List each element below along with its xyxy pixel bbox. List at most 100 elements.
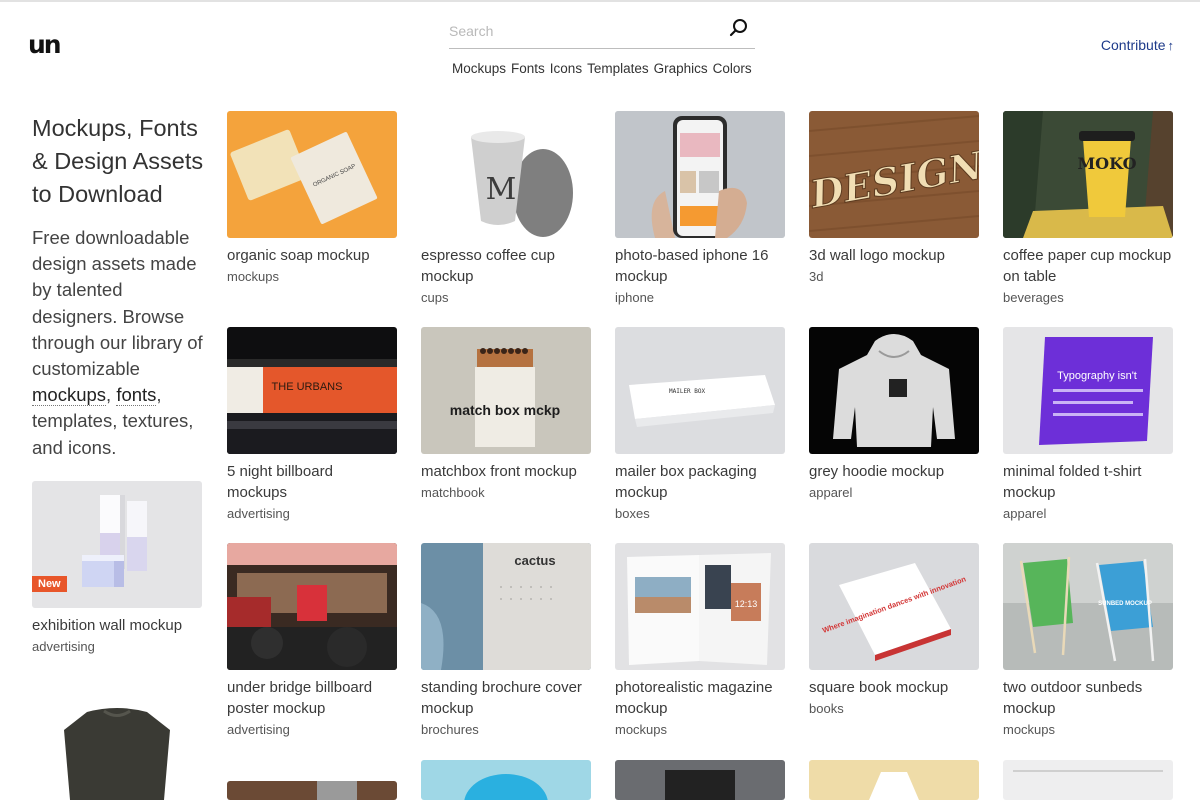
brochure-title-text: cactus xyxy=(514,553,555,568)
card[interactable]: cactus standing brochure cover mockup br… xyxy=(421,543,591,737)
card[interactable]: photo-based iphone 16 mockup iphone xyxy=(615,111,785,305)
card-title[interactable]: grey hoodie mockup xyxy=(809,461,979,482)
card-title[interactable]: mailer box packaging mockup xyxy=(615,461,785,503)
contribute-link[interactable]: Contribute ↑ xyxy=(1101,37,1174,53)
square-book-image: Where imagination dances with innovation xyxy=(809,543,979,670)
card-thumbnail[interactable] xyxy=(809,327,979,454)
card-thumbnail[interactable]: SUNBED MOCKUP xyxy=(1003,543,1173,670)
card-title[interactable]: espresso coffee cup mockup xyxy=(421,245,591,287)
hoodie-image xyxy=(809,327,979,454)
card-category[interactable]: advertising xyxy=(227,722,397,737)
card-thumbnail[interactable]: MAILER BOX xyxy=(615,327,785,454)
card-category[interactable]: apparel xyxy=(1003,506,1173,521)
card-category[interactable]: advertising xyxy=(227,506,397,521)
nav-graphics[interactable]: Graphics xyxy=(654,61,708,76)
card-title[interactable]: matchbox front mockup xyxy=(421,461,591,482)
card-title[interactable]: 3d wall logo mockup xyxy=(809,245,979,266)
card[interactable]: Typography isn't minimal folded t-shirt … xyxy=(1003,327,1173,521)
card[interactable]: 12:13 photorealistic magazine mockup moc… xyxy=(615,543,785,737)
card-category[interactable]: beverages xyxy=(1003,290,1173,305)
card-thumbnail[interactable] xyxy=(227,543,397,670)
card-title[interactable]: square book mockup xyxy=(809,677,979,698)
card-thumbnail[interactable]: THE URBANS xyxy=(227,327,397,454)
card-title[interactable]: standing brochure cover mockup xyxy=(421,677,591,719)
card-partial[interactable] xyxy=(615,760,785,800)
card-thumbnail[interactable]: cactus xyxy=(421,543,591,670)
card-partial[interactable] xyxy=(1003,760,1173,800)
site-logo[interactable]: un xyxy=(28,30,62,59)
card-category[interactable]: cups xyxy=(421,290,591,305)
card-thumbnail[interactable]: MOKO xyxy=(1003,111,1173,238)
card-thumbnail[interactable] xyxy=(32,700,202,800)
card-thumbnail[interactable] xyxy=(227,781,397,800)
card-thumbnail[interactable]: Typography isn't xyxy=(1003,327,1173,454)
category-nav: Mockups Fonts Icons Templates Graphics C… xyxy=(452,61,757,76)
nav-fonts[interactable]: Fonts xyxy=(511,61,545,76)
card-category[interactable]: books xyxy=(809,701,979,716)
card[interactable]: MAILER BOX mailer box packaging mockup b… xyxy=(615,327,785,521)
mockups-link[interactable]: mockups xyxy=(32,384,107,407)
card-category[interactable]: mockups xyxy=(615,722,785,737)
card-title[interactable]: two outdoor sunbeds mockup xyxy=(1003,677,1173,719)
card-category[interactable]: mockups xyxy=(1003,722,1173,737)
card-partial[interactable] xyxy=(809,760,979,800)
search-bar[interactable] xyxy=(449,14,755,49)
card-partial[interactable] xyxy=(421,760,591,800)
card[interactable]: THE URBANS 5 night billboard mockups adv… xyxy=(227,327,397,521)
card-thumbnail[interactable] xyxy=(421,760,591,800)
card[interactable]: DESIGN 3d wall logo mockup 3d xyxy=(809,111,979,284)
card[interactable]: M espresso coffee cup mockup cups xyxy=(421,111,591,305)
card-title[interactable]: exhibition wall mockup xyxy=(32,615,202,636)
card-title[interactable]: minimal folded t-shirt mockup xyxy=(1003,461,1173,503)
fonts-link[interactable]: fonts xyxy=(116,384,157,407)
card-title[interactable]: 5 night billboard mockups xyxy=(227,461,397,503)
card[interactable]: Where imagination dances with innovation… xyxy=(809,543,979,716)
card[interactable]: grey hoodie mockup apparel xyxy=(809,327,979,500)
card[interactable]: ORGANIC SOAP organic soap mockup mockups xyxy=(227,111,397,284)
partial-image xyxy=(421,760,591,800)
search-input[interactable] xyxy=(449,18,719,44)
card-thumbnail[interactable]: match box mckp xyxy=(421,327,591,454)
card-category[interactable]: brochures xyxy=(421,722,591,737)
card[interactable]: SUNBED MOCKUP two outdoor sunbeds mockup… xyxy=(1003,543,1173,737)
card-category[interactable]: 3d xyxy=(809,269,979,284)
nav-icons[interactable]: Icons xyxy=(550,61,582,76)
card-category[interactable]: iphone xyxy=(615,290,785,305)
card-thumbnail[interactable] xyxy=(615,111,785,238)
sidebar-card[interactable]: New exhibition wall mockup advertising xyxy=(32,481,202,654)
card-category[interactable]: mockups xyxy=(227,269,397,284)
partial-image xyxy=(615,760,785,800)
card-thumbnail[interactable] xyxy=(615,760,785,800)
wall-logo-image: DESIGN xyxy=(809,111,979,238)
card-thumbnail[interactable] xyxy=(1003,760,1173,800)
card-partial[interactable] xyxy=(227,781,397,800)
card-thumbnail[interactable]: New xyxy=(32,481,202,608)
card-category[interactable]: matchbook xyxy=(421,485,591,500)
sidebar-card-partial[interactable] xyxy=(32,700,202,800)
card[interactable]: match box mckp matchbox front mockup mat… xyxy=(421,327,591,500)
card[interactable]: under bridge billboard poster mockup adv… xyxy=(227,543,397,737)
card-title[interactable]: photo-based iphone 16 mockup xyxy=(615,245,785,287)
card-thumbnail[interactable] xyxy=(809,760,979,800)
card-category[interactable]: apparel xyxy=(809,485,979,500)
page-title: Mockups, Fonts & Design Assets to Downlo… xyxy=(32,115,204,207)
card[interactable]: MOKO coffee paper cup mockup on table be… xyxy=(1003,111,1173,305)
card-thumbnail[interactable]: DESIGN xyxy=(809,111,979,238)
card-category[interactable]: boxes xyxy=(615,506,785,521)
nav-templates[interactable]: Templates xyxy=(587,61,649,76)
card-thumbnail[interactable]: M xyxy=(421,111,591,238)
matchbox-text: match box mckp xyxy=(450,402,560,418)
search-icon[interactable] xyxy=(729,18,749,38)
nav-colors[interactable]: Colors xyxy=(713,61,752,76)
card-title[interactable]: coffee paper cup mockup on table xyxy=(1003,245,1173,287)
card-thumbnail[interactable]: ORGANIC SOAP xyxy=(227,111,397,238)
card-title[interactable]: organic soap mockup xyxy=(227,245,397,266)
card-title[interactable]: under bridge billboard poster mockup xyxy=(227,677,397,719)
arrow-up-icon: ↑ xyxy=(1167,38,1175,53)
card-thumbnail[interactable]: 12:13 xyxy=(615,543,785,670)
paper-cup-image: MOKO xyxy=(1003,111,1173,238)
card-category[interactable]: advertising xyxy=(32,639,202,654)
card-title[interactable]: photorealistic magazine mockup xyxy=(615,677,785,719)
nav-mockups[interactable]: Mockups xyxy=(452,61,506,76)
card-thumbnail[interactable]: Where imagination dances with innovation xyxy=(809,543,979,670)
